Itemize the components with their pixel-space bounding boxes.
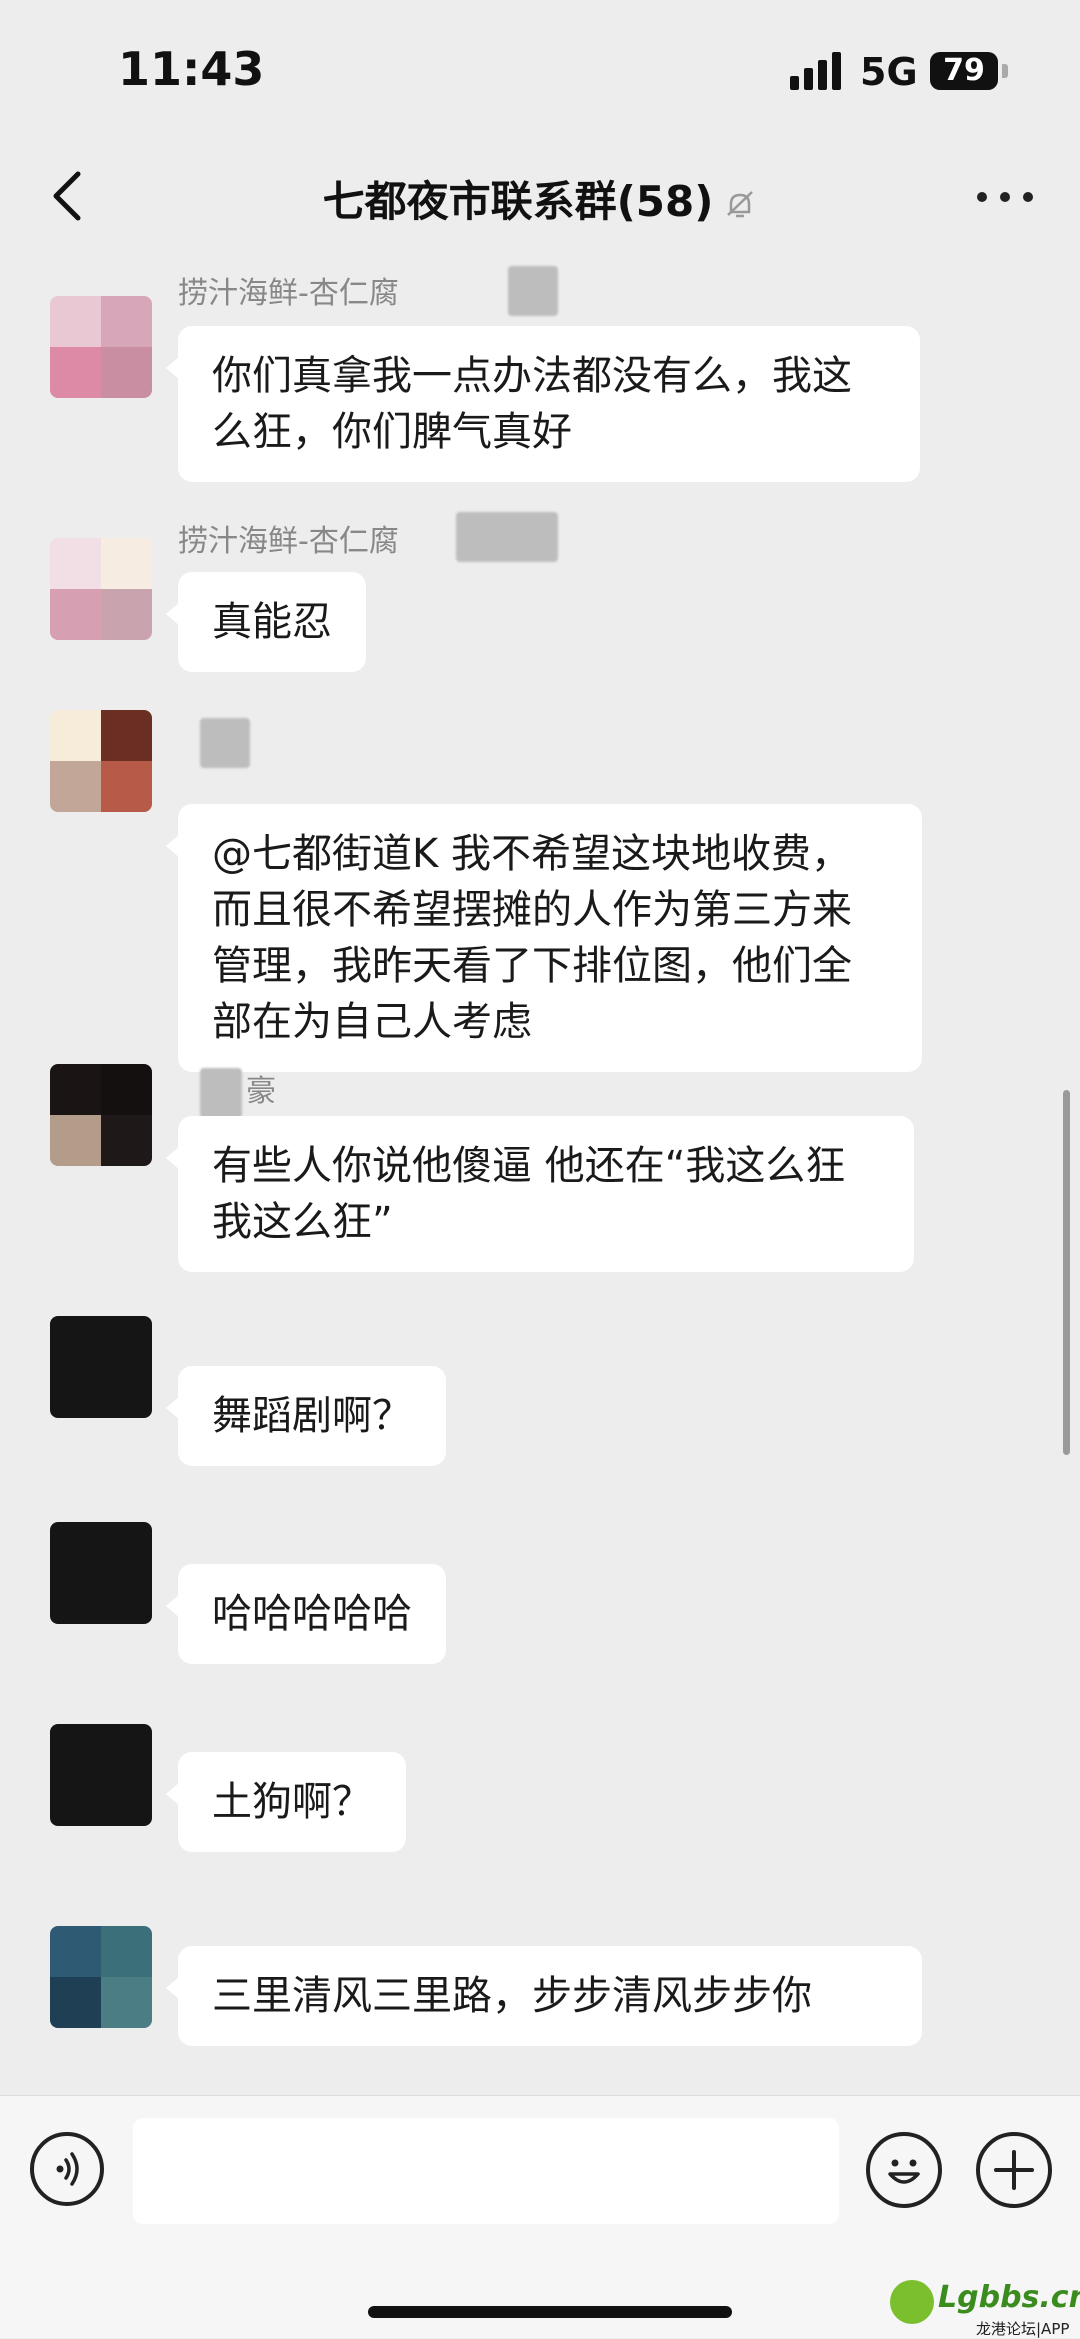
- battery-icon: 79: [930, 52, 998, 90]
- message-bubble[interactable]: 你们真拿我一点办法都没有么，我这么狂，你们脾气真好: [166, 326, 920, 482]
- avatar[interactable]: [50, 296, 152, 398]
- message-input[interactable]: [133, 2118, 839, 2224]
- more-icon[interactable]: [975, 178, 1035, 218]
- watermark-brand: Lgbbs.cn: [938, 2280, 1080, 2315]
- chat-title: 七都夜市联系群(58): [0, 168, 1080, 229]
- signal-icon: [790, 50, 842, 90]
- scrollbar[interactable]: [1063, 1090, 1070, 1455]
- sender-tag-blur: [200, 1068, 242, 1118]
- voice-icon[interactable]: [30, 2132, 104, 2206]
- sender-name: 豪: [246, 1074, 276, 1109]
- watermark-subtitle: 龙港论坛|APP: [976, 2320, 1070, 2338]
- plus-icon[interactable]: [976, 2132, 1052, 2208]
- watermark-logo: Lgbbs.cn 龙港论坛|APP: [890, 2280, 1080, 2338]
- emoji-icon[interactable]: [866, 2132, 942, 2208]
- message-bubble[interactable]: 有些人你说他傻逼 他还在“我这么狂 我这么狂”: [166, 1116, 914, 1272]
- sender-tag-blur: [456, 512, 558, 562]
- status-bar: 11:43 5G 79: [0, 0, 1080, 150]
- message-bubble[interactable]: 三里清风三里路，步步清风步步你: [166, 1946, 922, 2046]
- message-bubble[interactable]: 真能忍: [166, 572, 366, 672]
- message-bubble[interactable]: 哈哈哈哈哈: [166, 1564, 446, 1664]
- chat-header: 七都夜市联系群(58): [0, 150, 1080, 250]
- network-type: 5G: [860, 50, 918, 94]
- sender-name: 捞汁海鲜-杏仁腐: [178, 524, 399, 559]
- avatar[interactable]: [50, 710, 152, 812]
- message-list[interactable]: 捞汁海鲜-杏仁腐 你们真拿我一点办法都没有么，我这么狂，你们脾气真好 捞汁海鲜-…: [0, 250, 1080, 2095]
- sender-tag-blur: [508, 266, 558, 316]
- avatar[interactable]: [50, 1926, 152, 2028]
- message-bubble[interactable]: 土狗啊？: [166, 1752, 406, 1852]
- message-bubble[interactable]: @七都街道K 我不希望这块地收费，而且很不希望摆摊的人作为第三方来管理，我昨天看…: [166, 804, 922, 1072]
- status-time: 11:43: [118, 42, 265, 96]
- forum-logo-icon: [890, 2280, 934, 2324]
- avatar[interactable]: [50, 1522, 152, 1624]
- battery-tip: [1002, 64, 1008, 78]
- sender-name: 捞汁海鲜-杏仁腐: [178, 276, 399, 311]
- bell-muted-icon: [727, 190, 754, 217]
- sender-tag-blur: [200, 718, 250, 768]
- message-bubble[interactable]: 舞蹈剧啊？: [166, 1366, 446, 1466]
- avatar[interactable]: [50, 1064, 152, 1166]
- avatar[interactable]: [50, 1724, 152, 1826]
- home-indicator[interactable]: [368, 2306, 732, 2318]
- avatar[interactable]: [50, 1316, 152, 1418]
- chat-title-text: 七都夜市联系群(58): [322, 177, 714, 226]
- avatar[interactable]: [50, 538, 152, 640]
